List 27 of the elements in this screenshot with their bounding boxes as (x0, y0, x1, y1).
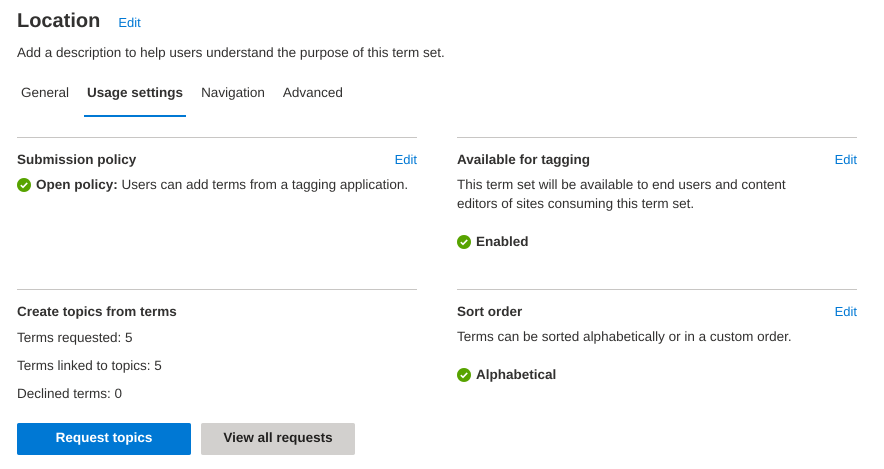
tab[interactable]: Usage settings (84, 83, 186, 116)
tab[interactable]: Navigation (198, 83, 268, 116)
edit-link[interactable]: Edit (394, 150, 417, 170)
edit-link[interactable]: Edit (834, 150, 857, 170)
stat-text: Terms linked to topics: 5 (17, 357, 163, 375)
check-circle-icon (457, 368, 471, 382)
view-requests-button[interactable]: View all requests (201, 422, 355, 454)
stat-text: Terms requested: 5 (17, 328, 134, 347)
page-title: Location (17, 9, 100, 34)
section-title: Submission policy (17, 150, 136, 169)
edit-link[interactable]: Edit (834, 302, 857, 322)
policy-text: Open policy: Users can add terms from a tagging application. (36, 176, 408, 194)
tab[interactable]: General (18, 83, 72, 116)
section-description: Terms can be sorted alphabetically or in a custom order. (457, 328, 793, 346)
description: Add a description to help users understand the purpose of this term set. (17, 44, 446, 62)
section-description: This term set will be available to end users and content editors of sites consuming this term set. (457, 176, 787, 213)
check-circle-icon (17, 178, 31, 192)
status-text: Enabled (476, 232, 529, 251)
status-text: Alphabetical (476, 366, 556, 384)
section-title: Available for tagging (457, 150, 590, 169)
tab[interactable]: Advanced (280, 83, 346, 116)
request-button[interactable]: Request topics (17, 422, 191, 454)
section-title: Create topics from terms (17, 302, 177, 321)
edit-link[interactable]: Edit (118, 13, 141, 32)
check-circle-icon (457, 234, 471, 249)
section-title: Sort order (457, 302, 522, 320)
stat-text: Declined terms: 0 (17, 385, 124, 404)
